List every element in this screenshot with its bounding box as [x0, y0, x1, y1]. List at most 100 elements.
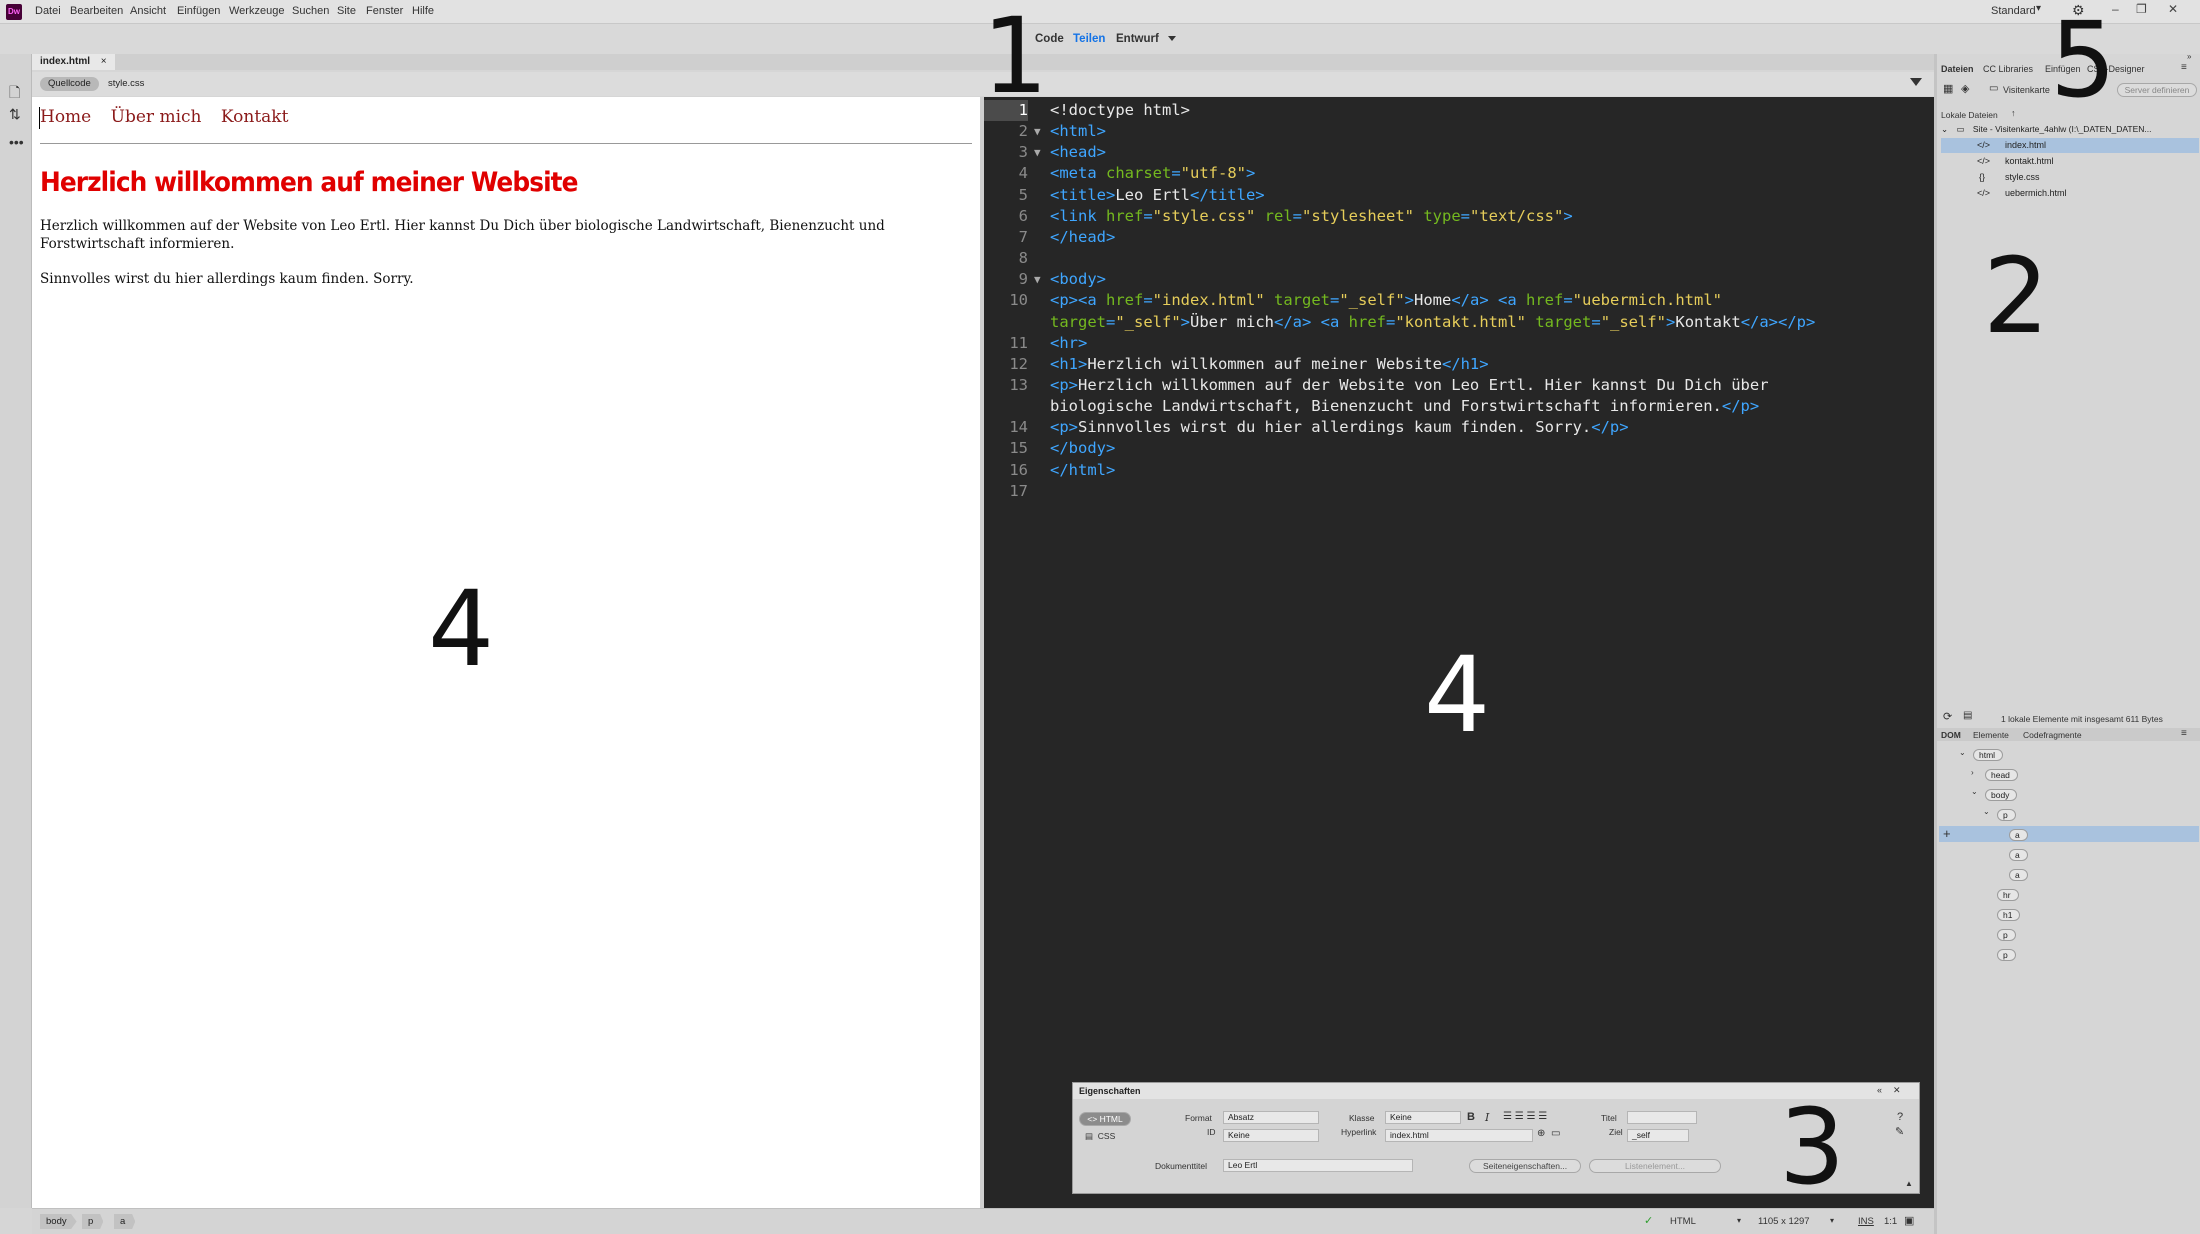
chevron-down-icon[interactable]: ⌄ [1971, 787, 1978, 796]
tab-dateien[interactable]: Dateien [1941, 64, 1974, 74]
code-line[interactable]: 17 [984, 481, 1934, 502]
properties-html-button[interactable]: <> HTML [1079, 1112, 1131, 1126]
file-row-style-css[interactable]: {} style.css [1941, 170, 2199, 185]
dom-node-a[interactable]: a [2009, 829, 2028, 841]
window-size-select[interactable]: 1105 x 1297 [1758, 1216, 1810, 1227]
help-icon[interactable]: ? [1897, 1111, 1903, 1123]
file-row-kontakt-html[interactable]: </> kontakt.html [1941, 154, 2199, 169]
code-line[interactable]: 3 ▼ <head> [984, 142, 1934, 163]
code-line[interactable]: 6 <link href="style.css" rel="stylesheet"… [984, 206, 1934, 227]
related-style-css-button[interactable]: style.css [108, 78, 144, 89]
insert-mode[interactable]: INS [1858, 1216, 1874, 1227]
menu-werkzeuge[interactable]: Werkzeuge [229, 5, 284, 17]
code-line[interactable]: 13 <p>Herzlich willkommen auf der Website… [984, 375, 1934, 396]
live-preview-icon[interactable]: ▣ [1904, 1214, 1914, 1227]
file-row-uebermich-html[interactable]: </> uebermich.html [1941, 186, 2199, 201]
unordered-list-icon[interactable]: ☰ ☰ ☰ ☰ [1503, 1111, 1547, 1122]
document-type-select[interactable]: HTML [1670, 1216, 1696, 1227]
fold-toggle-icon[interactable]: ▼ [1034, 269, 1041, 290]
chevron-down-icon[interactable]: ⌄ [1983, 807, 1990, 816]
italic-button[interactable]: I [1485, 1111, 1489, 1124]
workspace-caret-icon[interactable]: ▾ [2036, 3, 2041, 14]
connect-icon[interactable]: ▦ [1943, 82, 1953, 95]
menu-ansicht[interactable]: Ansicht [130, 5, 166, 17]
menu-bearbeiten[interactable]: Bearbeiten [70, 5, 123, 17]
dom-node-html[interactable]: html [1973, 749, 2004, 761]
workspace-switcher[interactable]: Standard [1991, 5, 2036, 17]
class-select[interactable]: Keine [1385, 1111, 1461, 1124]
live-link-home[interactable]: Home [40, 107, 91, 127]
dom-node-p[interactable]: p [1997, 809, 2016, 821]
fold-toggle-icon[interactable]: ▼ [1034, 142, 1041, 163]
expand-icon[interactable]: ▲ [1905, 1179, 1913, 1188]
live-link-uebermich[interactable]: Über mich [111, 107, 202, 127]
live-view-pane[interactable]: Home Über mich Kontakt Herzlich willkomm… [32, 97, 980, 1209]
close-icon[interactable]: ✕ [2168, 2, 2178, 16]
tag-selector-p[interactable]: p [82, 1214, 104, 1229]
chevron-down-icon[interactable]: ▾ [1737, 1216, 1741, 1225]
menu-einfuegen[interactable]: Einfügen [177, 5, 220, 17]
define-server-button[interactable]: Server definieren [2117, 83, 2197, 97]
view-split-button[interactable]: Teilen [1073, 33, 1105, 45]
dom-node-a[interactable]: a [2009, 869, 2028, 881]
page-properties-button[interactable]: Seiteneigenschaften... [1469, 1159, 1581, 1173]
code-line[interactable]: 10 <p><a href="index.html" target="_self"… [984, 290, 1934, 311]
code-line[interactable]: 1 <!doctype html> [984, 100, 1934, 121]
collapse-icon[interactable]: « [1877, 1085, 1882, 1095]
code-line[interactable]: 5 <title>Leo Ertl</title> [984, 185, 1934, 206]
tab-close-icon[interactable]: × [101, 56, 107, 67]
panel-menu-icon[interactable]: ≡ [2181, 62, 2187, 73]
tag-selector-body[interactable]: body [40, 1214, 77, 1229]
refresh-icon[interactable]: ⟳ [1943, 710, 1952, 723]
browse-folder-icon[interactable]: ▭ [1551, 1128, 1560, 1139]
code-line[interactable]: 15 </body> [984, 438, 1934, 459]
format-select[interactable]: Absatz [1223, 1111, 1319, 1124]
no-errors-icon[interactable]: ✓ [1644, 1214, 1653, 1227]
code-line[interactable]: 16 </html> [984, 460, 1934, 481]
sort-icon[interactable]: ↑ [2011, 108, 2016, 118]
point-to-file-icon[interactable]: ⊕ [1537, 1128, 1545, 1139]
code-line[interactable]: 2 ▼ <html> [984, 121, 1934, 142]
related-source-code-button[interactable]: Quellcode [40, 77, 99, 91]
title-input[interactable] [1627, 1111, 1697, 1124]
code-line[interactable]: 11 <hr> [984, 333, 1934, 354]
id-select[interactable]: Keine [1223, 1129, 1319, 1142]
code-line[interactable]: biologische Landwirtschaft, Bienenzucht … [984, 396, 1934, 417]
code-view-pane[interactable]: 1 <!doctype html> 2 ▼ <html> 3 ▼ <head> 4 <meta c… [984, 97, 1934, 1209]
code-line[interactable]: 9 ▼ <body> [984, 269, 1934, 290]
code-line[interactable]: 7 </head> [984, 227, 1934, 248]
dom-selected-row[interactable] [1939, 826, 2199, 842]
bold-button[interactable]: B [1467, 1111, 1475, 1123]
code-line[interactable]: 4 <meta charset="utf-8"> [984, 163, 1934, 184]
dom-node-p[interactable]: p [1997, 929, 2016, 941]
chevron-right-icon[interactable]: › [1971, 768, 1974, 777]
file-management-icon[interactable]: ⇅ [9, 106, 21, 123]
tab-dom[interactable]: DOM [1941, 730, 1961, 740]
filter-icon[interactable] [1910, 78, 1922, 86]
chevron-down-icon[interactable] [1168, 36, 1176, 41]
fold-toggle-icon[interactable]: ▼ [1034, 121, 1041, 142]
log-icon[interactable]: ▤ [1963, 710, 1972, 721]
live-heading[interactable]: Herzlich willkommen auf meiner Website [40, 167, 578, 198]
restore-icon[interactable]: ❐ [2136, 2, 2147, 16]
doc-title-input[interactable]: Leo Ertl [1223, 1159, 1413, 1172]
collapse-icon[interactable]: » [2187, 52, 2191, 61]
file-row-index-html[interactable]: </> index.html [1941, 138, 2199, 153]
dom-node-h1[interactable]: h1 [1997, 909, 2021, 921]
tab-elemente[interactable]: Elemente [1973, 730, 2009, 740]
target-select[interactable]: _self [1627, 1129, 1689, 1142]
expand-icon[interactable]: ◈ [1961, 82, 1969, 95]
quick-tag-editor-icon[interactable]: ✎ [1895, 1125, 1904, 1138]
view-design-button[interactable]: Entwurf [1116, 33, 1159, 45]
properties-css-button[interactable]: ▤ CSS [1085, 1131, 1115, 1142]
menu-hilfe[interactable]: Hilfe [412, 5, 434, 17]
open-document-icon[interactable]: 🗋 [9, 82, 20, 106]
live-paragraph-2[interactable]: Sinnvolles wirst du hier allerdings kaum… [40, 270, 980, 288]
panel-menu-icon[interactable]: ≡ [2181, 728, 2187, 739]
close-icon[interactable]: ✕ [1893, 1085, 1901, 1096]
menu-datei[interactable]: Datei [35, 5, 61, 17]
hyperlink-input[interactable]: index.html [1385, 1129, 1533, 1142]
more-tools-icon[interactable]: ••• [9, 134, 24, 150]
menu-fenster[interactable]: Fenster [366, 5, 403, 17]
menu-site[interactable]: Site [337, 5, 356, 17]
